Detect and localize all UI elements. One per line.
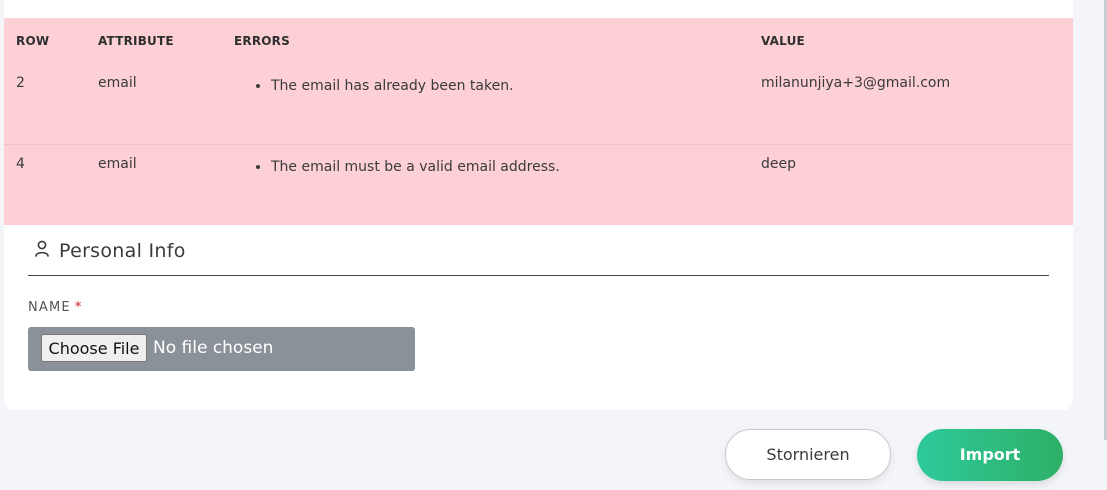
column-header-row: ROW <box>16 34 50 48</box>
row-attribute: email <box>98 75 137 91</box>
row-value: deep <box>761 144 1073 225</box>
column-header-value: VALUE <box>761 34 805 48</box>
table-row: 4 email The email must be a valid email … <box>4 144 1073 225</box>
person-icon <box>34 240 50 258</box>
required-marker: * <box>74 300 83 315</box>
import-button[interactable]: Import <box>917 429 1063 481</box>
cancel-button[interactable]: Stornieren <box>725 429 891 480</box>
error-list: The email must be a valid email address. <box>234 145 761 175</box>
column-header-errors: ERRORS <box>234 34 290 48</box>
row-value: milanunjiya+3@gmail.com <box>761 75 951 91</box>
no-file-status: No file chosen <box>153 338 274 358</box>
error-message: The email must be a valid email address. <box>271 159 761 175</box>
error-message: The email has already been taken. <box>271 78 761 94</box>
import-errors-table: ROW ATTRIBUTE ERRORS VALUE 2 email The e… <box>4 18 1073 225</box>
table-header-row: ROW ATTRIBUTE ERRORS VALUE <box>4 18 1073 64</box>
row-errors: The email must be a valid email address. <box>234 144 761 225</box>
row-errors: The email has already been taken. <box>234 64 761 145</box>
error-list: The email has already been taken. <box>234 64 761 94</box>
field-label-text: NAME <box>28 300 71 315</box>
choose-file-button[interactable]: Choose File <box>41 334 147 362</box>
table-row: 2 email The email has already been taken… <box>4 64 1073 145</box>
row-attribute: email <box>98 144 234 225</box>
personal-info-section-header: Personal Info <box>28 237 1049 276</box>
name-file-input[interactable]: Choose File No file chosen <box>28 327 415 371</box>
column-header-attribute: ATTRIBUTE <box>98 34 174 48</box>
section-title: Personal Info <box>59 240 186 262</box>
name-field-label: NAME * <box>28 300 83 315</box>
row-number: 4 <box>4 144 98 225</box>
row-number: 2 <box>16 75 25 91</box>
